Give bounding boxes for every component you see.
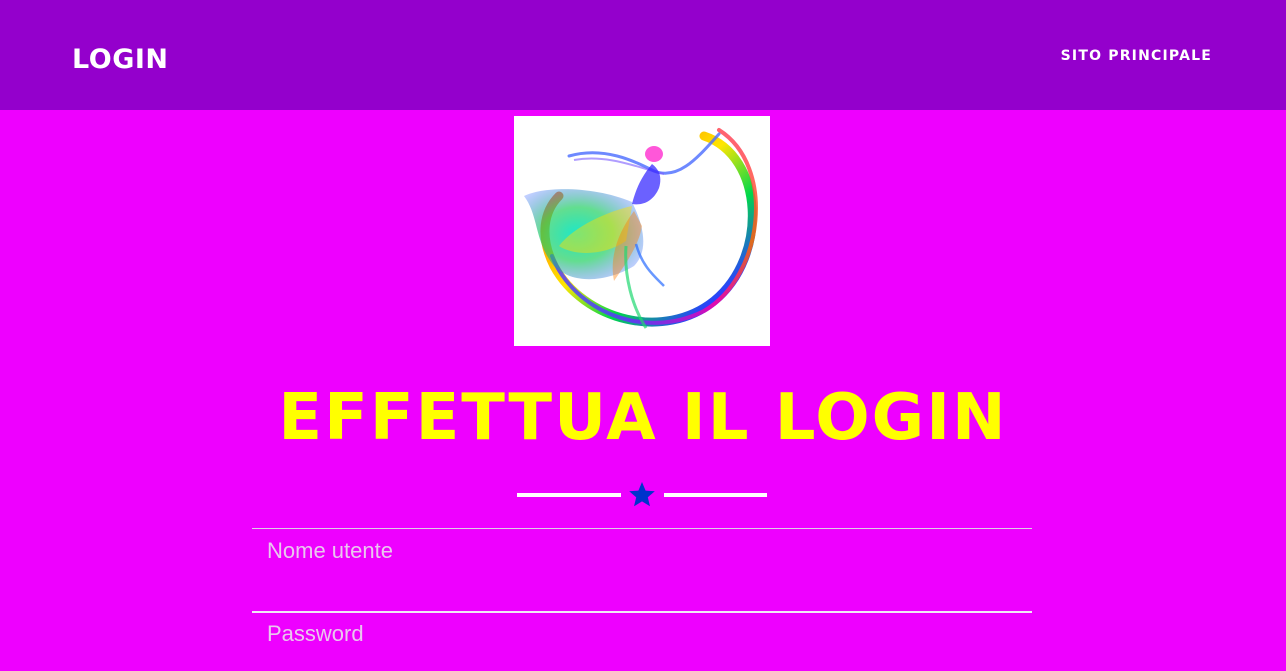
navbar-brand[interactable]: LOGIN xyxy=(72,43,169,77)
dancer-logo-image xyxy=(514,116,770,346)
password-label: Password xyxy=(267,621,364,646)
top-navbar: LOGIN SITO PRINCIPALE xyxy=(0,0,1286,110)
password-input[interactable] xyxy=(267,654,1021,671)
title-divider xyxy=(517,480,767,510)
rainbow-dancer-logo-icon xyxy=(524,128,758,329)
username-input[interactable] xyxy=(267,571,1021,605)
main-site-link[interactable]: SITO PRINCIPALE xyxy=(1061,46,1212,66)
username-label: Nome utente xyxy=(267,538,393,563)
divider-line-left xyxy=(517,493,621,497)
divider-line-right xyxy=(664,493,767,497)
password-field: Password xyxy=(252,612,1032,671)
star-icon xyxy=(629,482,655,507)
username-field: Nome utente xyxy=(252,528,1032,613)
page-title: EFFETTUA IL LOGIN xyxy=(278,381,1008,455)
